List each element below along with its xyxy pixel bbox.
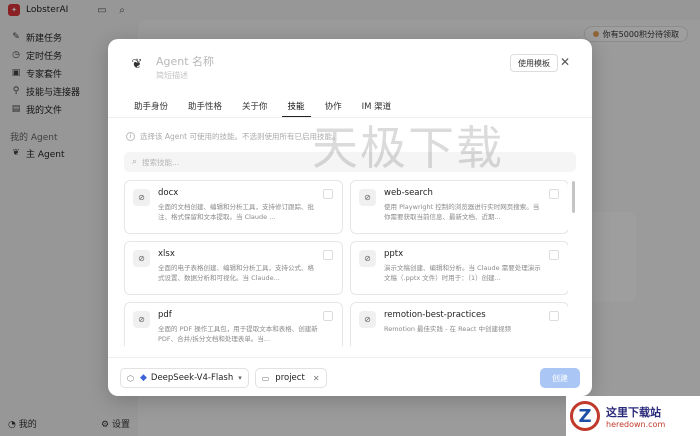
skill-icon: ⊘ <box>133 189 150 206</box>
skill-card[interactable]: ⊘ pptx 演示文稿创建、编辑和分析。当 Claude 需要处理演示文稿（.p… <box>350 241 568 295</box>
skill-icon: ⊘ <box>359 311 376 328</box>
skill-title: xlsx <box>158 249 175 259</box>
skill-desc: Remotion 最佳实践 - 在 React 中创建视频 <box>384 325 511 333</box>
skills-grid: ⊘ docx 全面的文档创建、编辑和分析工具，支持修订跟踪、批注、格式保留和文本… <box>124 180 568 346</box>
skill-desc: 全面的电子表格创建、编辑和分析工具，支持公式、格式设置、数据分析和可视化。当 C… <box>158 264 314 282</box>
skill-icon: ⊘ <box>133 250 150 267</box>
skill-desc: 使用 Playwright 控制的浏览器进行实时网页搜索。当你需要获取当前信息、… <box>384 203 540 221</box>
skill-title: web-search <box>384 188 433 198</box>
skill-title: pdf <box>158 310 172 320</box>
watermark-line2: heredown.com <box>606 419 666 429</box>
use-template-button[interactable]: 使用模板 <box>510 54 558 72</box>
skill-desc: 演示文稿创建、编辑和分析。当 Claude 需要处理演示文稿（.pptx 文件）… <box>384 264 541 282</box>
watermark-line1: 这里下载站 <box>606 405 661 419</box>
skill-icon: ⊘ <box>133 311 150 328</box>
model-label: DeepSeek-V4-Flash <box>150 373 234 383</box>
search-icon: ⌕ <box>132 157 138 167</box>
model-selector[interactable]: ⬡ ◆ DeepSeek-V4-Flash ▾ <box>120 368 249 388</box>
skills-scrollbar[interactable] <box>572 181 575 213</box>
skill-checkbox[interactable] <box>323 189 333 199</box>
agent-create-modal: ❦ Agent 名称 简短描述 使用模板 ✕ 助手身份 助手性格 关于你 技能 … <box>108 39 592 396</box>
skill-card[interactable]: ⊘ docx 全面的文档创建、编辑和分析工具，支持修订跟踪、批注、格式保留和文本… <box>124 180 343 234</box>
create-button[interactable]: 创建 <box>540 368 580 388</box>
skill-desc: 全面的文档创建、编辑和分析工具，支持修订跟踪、批注、格式保留和文本提取。当 Cl… <box>158 203 314 221</box>
watermark-text: 天极下载 <box>312 121 504 175</box>
skill-card[interactable]: ⊘ web-search 使用 Playwright 控制的浏览器进行实时网页搜… <box>350 180 568 234</box>
tab-about-you[interactable]: 关于你 <box>242 97 268 115</box>
deepseek-logo-icon: ◆ <box>139 373 147 383</box>
skill-card[interactable]: ⊘ remotion-best-practices Remotion 最佳实践 … <box>350 302 568 346</box>
tab-identity[interactable]: 助手身份 <box>134 97 168 115</box>
info-icon: i <box>126 132 135 141</box>
agent-name-input[interactable]: Agent 名称 <box>156 53 214 69</box>
skill-card[interactable]: ⊘ pdf 全面的 PDF 操作工具包，用于提取文本和表格、创建新 PDF、合并… <box>124 302 343 346</box>
close-icon[interactable]: ✕ <box>558 55 572 69</box>
folder-chip[interactable]: ▭ project ✕ <box>254 368 327 388</box>
watermark-logo: Z 这里下载站 heredown.com <box>566 396 700 436</box>
agent-avatar-icon[interactable]: ❦ <box>128 55 146 73</box>
skill-title: remotion-best-practices <box>384 310 486 320</box>
modal-footer: ⬡ ◆ DeepSeek-V4-Flash ▾ ▭ project ✕ 创建 <box>120 368 580 388</box>
skill-card[interactable]: ⊘ xlsx 全面的电子表格创建、编辑和分析工具，支持公式、格式设置、数据分析和… <box>124 241 343 295</box>
skill-checkbox[interactable] <box>323 250 333 260</box>
skill-title: pptx <box>384 249 404 259</box>
skill-icon: ⊘ <box>359 250 376 267</box>
skills-hint-text: 选择该 Agent 可使用的技能。不选则使用所有已启用技能。 <box>140 132 340 141</box>
agent-desc-input[interactable]: 简短描述 <box>156 70 188 81</box>
skill-checkbox[interactable] <box>323 311 333 321</box>
watermark-logo-icon: Z <box>570 401 600 431</box>
skill-title: docx <box>158 188 179 198</box>
modal-header: ❦ Agent 名称 简短描述 使用模板 ✕ <box>108 39 592 94</box>
footer-divider <box>108 357 592 358</box>
skill-checkbox[interactable] <box>549 250 559 260</box>
folder-icon: ▭ <box>261 373 270 383</box>
chevron-down-icon: ▾ <box>238 374 242 382</box>
tab-personality[interactable]: 助手性格 <box>188 97 222 115</box>
skill-desc: 全面的 PDF 操作工具包，用于提取文本和表格、创建新 PDF、合并/拆分文档和… <box>158 325 318 343</box>
remove-folder-icon[interactable]: ✕ <box>313 374 320 383</box>
skill-checkbox[interactable] <box>549 189 559 199</box>
skill-icon: ⊘ <box>359 189 376 206</box>
folder-label: project <box>275 373 305 383</box>
skills-hint: i 选择该 Agent 可使用的技能。不选则使用所有已启用技能。 <box>126 131 339 142</box>
skill-checkbox[interactable] <box>549 311 559 321</box>
tab-skills[interactable]: 技能 <box>281 97 311 118</box>
cube-icon: ⬡ <box>127 373 134 383</box>
